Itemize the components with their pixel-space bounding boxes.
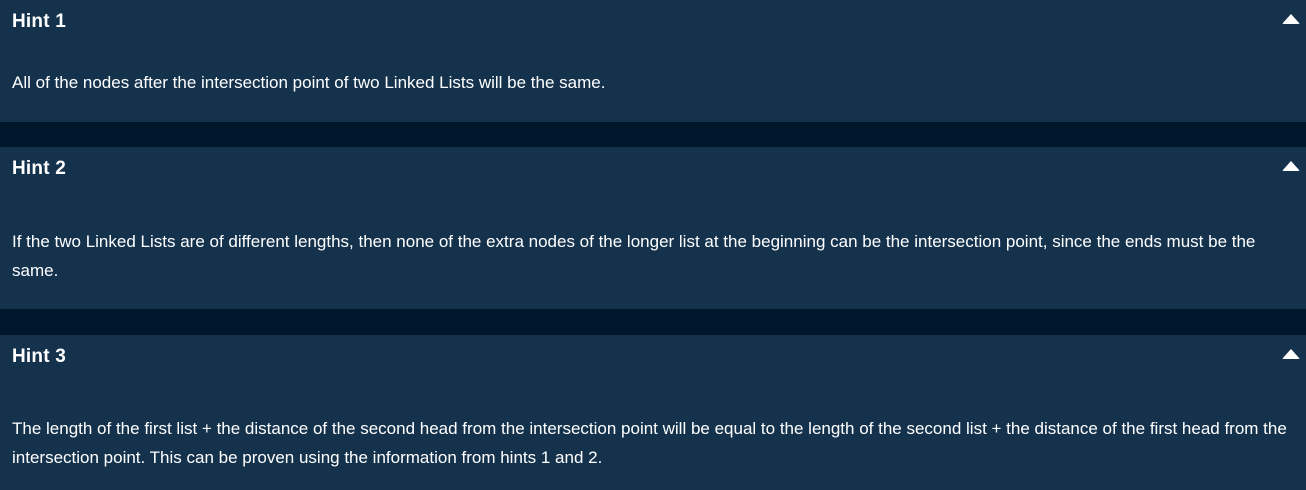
hint-1-title: Hint 1 [12, 11, 66, 32]
hint-3-title: Hint 3 [12, 346, 66, 367]
hint-panel-2: Hint 2 If the two Linked Lists are of di… [0, 147, 1306, 309]
hint-2-header[interactable]: Hint 2 [0, 147, 1306, 191]
chevron-up-icon[interactable] [1282, 161, 1300, 171]
hint-3-header[interactable]: Hint 3 [0, 335, 1306, 379]
hint-1-body: All of the nodes after the intersection … [12, 73, 606, 92]
hint-panel-3: Hint 3 The length of the first list + th… [0, 335, 1306, 490]
hint-panel-1: Hint 1 All of the nodes after the inters… [0, 0, 1306, 122]
chevron-up-icon[interactable] [1282, 349, 1300, 359]
hint-3-body: The length of the first list + the dista… [12, 419, 1287, 467]
hint-2-body: If the two Linked Lists are of different… [12, 232, 1256, 280]
hint-2-title: Hint 2 [12, 158, 66, 179]
chevron-up-icon[interactable] [1282, 14, 1300, 24]
hint-divider [0, 309, 1306, 335]
hint-divider [0, 122, 1306, 147]
hint-1-header[interactable]: Hint 1 [0, 0, 1306, 44]
